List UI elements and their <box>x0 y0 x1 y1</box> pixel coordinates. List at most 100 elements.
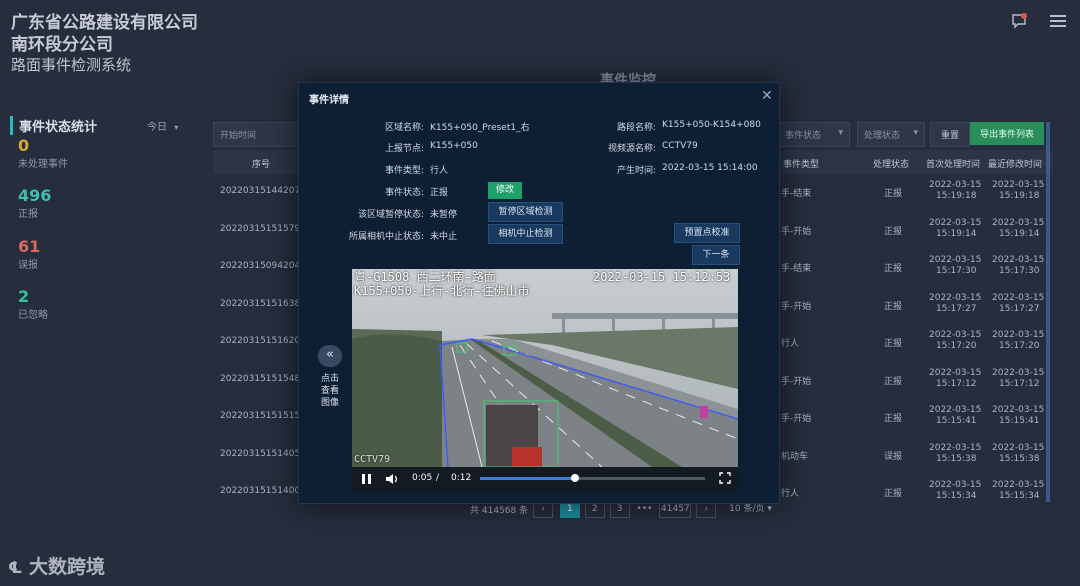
video-source-label: 视频源名称: <box>607 144 656 154</box>
chat-alert-icon[interactable] <box>1011 13 1027 29</box>
region-label: 区域名称: <box>384 123 424 133</box>
preset-calibrate-button[interactable]: 预置点校准 <box>674 223 740 243</box>
row-first-date: 2022-03-15 <box>929 442 982 453</box>
stats-title: 事件状态统计 <box>10 116 97 135</box>
row-handle-status: 正报 <box>884 414 903 424</box>
event-status-value: 正报 <box>430 188 449 198</box>
watermark: ℄ 大数跨境 <box>8 552 105 579</box>
row-last-date: 2022-03-15 <box>992 330 1045 340</box>
video-source-value: CCTV79 <box>662 141 698 151</box>
progress-handle[interactable] <box>570 474 579 482</box>
period-select[interactable]: 今日 ▾ <box>147 118 178 133</box>
watermark-text: 大数跨境 <box>28 556 105 578</box>
time-separator: / <box>436 473 440 483</box>
modify-button[interactable]: 修改 <box>488 182 522 199</box>
start-time-input[interactable]: 开始时间 <box>213 122 303 147</box>
segment-value: K155+050-K154+080 <box>662 120 761 130</box>
stat-label: 正报 <box>18 209 38 220</box>
chevron-down-icon: ▾ <box>767 504 772 514</box>
row-last-date: 2022-03-15 <box>992 255 1045 265</box>
start-time-placeholder: 开始时间 <box>220 131 257 141</box>
reset-button[interactable]: 重置 <box>930 122 971 147</box>
row-event-type: 手-结束 <box>781 189 812 199</box>
fullscreen-icon[interactable] <box>719 472 731 484</box>
row-first-time: 15:17:27 <box>936 303 977 314</box>
period-value: 今日 <box>147 122 167 133</box>
row-seq: 202203151515797 <box>220 223 306 234</box>
event-status-label: 事件状态: <box>384 188 424 198</box>
export-button[interactable]: 导出事件列表 <box>970 122 1045 145</box>
row-first-date: 2022-03-15 <box>929 292 982 303</box>
row-last-date: 2022-03-15 <box>992 442 1045 453</box>
row-seq: 202203150942042 <box>220 261 306 271</box>
progress-fill <box>480 477 575 480</box>
double-chevron-left-icon[interactable]: « <box>318 345 342 367</box>
next-item-button[interactable]: 下一条 <box>692 245 740 265</box>
row-handle-status: 正报 <box>884 301 903 312</box>
row-first-time: 15:17:30 <box>936 266 977 276</box>
row-seq: 202203151442073 <box>220 186 306 196</box>
company-line2: 南环段分公司 <box>11 35 113 55</box>
col-seq: 序号 <box>252 160 271 170</box>
page-size-select[interactable]: 10 条/页 <box>729 504 764 514</box>
row-first-date: 2022-03-15 <box>929 405 982 415</box>
row-event-type: 手-开始 <box>781 376 812 387</box>
table-scrollbar[interactable] <box>1046 122 1050 502</box>
stat-value: 0 <box>18 136 30 155</box>
row-handle-status: 误报 <box>884 451 903 462</box>
camera-stop-value: 未中止 <box>430 232 458 242</box>
row-seq: 202203151514009 <box>220 486 306 496</box>
osd-datetime: 2022-03-15 15:12:53 <box>593 270 731 284</box>
video-player[interactable]: 粤-G1508 西二环南-路面 2022-03-15 15:12:53 K155… <box>352 269 738 491</box>
pause-region-button[interactable]: 暂停区域检测 <box>488 202 563 222</box>
row-handle-status: 正报 <box>884 339 903 349</box>
stat-value: 61 <box>18 237 41 256</box>
row-last-date: 2022-03-15 <box>992 367 1045 378</box>
close-icon[interactable]: ✕ <box>761 88 773 104</box>
segment-label: 路段名称: <box>616 123 656 133</box>
row-first-time: 15:19:14 <box>936 228 977 239</box>
stat-ignored: 2 已忽略 <box>18 287 48 321</box>
col-event-type: 事件类型 <box>783 160 820 170</box>
row-last-time: 15:17:20 <box>999 341 1040 351</box>
row-first-time: 15:17:12 <box>936 378 977 389</box>
volume-icon[interactable] <box>385 472 399 486</box>
progress-track[interactable] <box>480 474 705 482</box>
pause-icon[interactable] <box>361 473 373 485</box>
row-last-date: 2022-03-15 <box>992 180 1045 190</box>
row-first-time: 15:17:20 <box>936 341 977 351</box>
region-pause-label: 该区域暂停状态: <box>357 210 424 220</box>
row-event-type: 手-结束 <box>781 264 812 274</box>
stat-unhandled: 0 未处理事件 <box>18 136 68 170</box>
col-first-time: 首次处理时间 <box>926 160 981 170</box>
traffic-camera-frame <box>352 269 738 467</box>
row-handle-status: 正报 <box>884 189 903 199</box>
row-last-date: 2022-03-15 <box>992 292 1045 303</box>
row-last-time: 15:15:41 <box>999 416 1040 426</box>
row-first-date: 2022-03-15 <box>929 180 982 190</box>
company-line1: 广东省公路建设有限公司 <box>11 13 198 33</box>
row-handle-status: 正报 <box>884 489 903 499</box>
region-value: K155+050_Preset1_右 <box>430 123 530 133</box>
event-status-select[interactable]: 事件状态 ▾ <box>778 122 850 147</box>
row-first-date: 2022-03-15 <box>929 217 982 228</box>
row-event-type: 行人 <box>781 339 800 349</box>
view-image-link[interactable]: 点击查看图像 <box>317 373 343 409</box>
stat-value: 496 <box>18 186 52 205</box>
system-name: 路面事件检测系统 <box>11 56 132 74</box>
row-last-time: 15:17:30 <box>999 266 1040 276</box>
row-first-date: 2022-03-15 <box>929 367 982 378</box>
menu-icon[interactable] <box>1049 14 1067 28</box>
handle-status-select[interactable]: 处理状态 ▾ <box>857 122 925 147</box>
row-event-type: 机动车 <box>781 451 809 462</box>
camera-stop-label: 所属相机中止状态: <box>348 232 424 242</box>
total-count: 共 414568 条 <box>470 506 529 516</box>
camera-stop-button[interactable]: 相机中止检测 <box>488 224 563 244</box>
stat-label: 已忽略 <box>18 310 48 321</box>
time-label: 产生时间: <box>616 166 656 176</box>
row-seq: 202203151515487 <box>220 373 306 384</box>
row-event-type: 手-开始 <box>781 226 812 237</box>
stat-false: 61 误报 <box>18 237 40 271</box>
stat-correct: 496 正报 <box>18 186 51 220</box>
stat-label: 误报 <box>18 260 38 271</box>
